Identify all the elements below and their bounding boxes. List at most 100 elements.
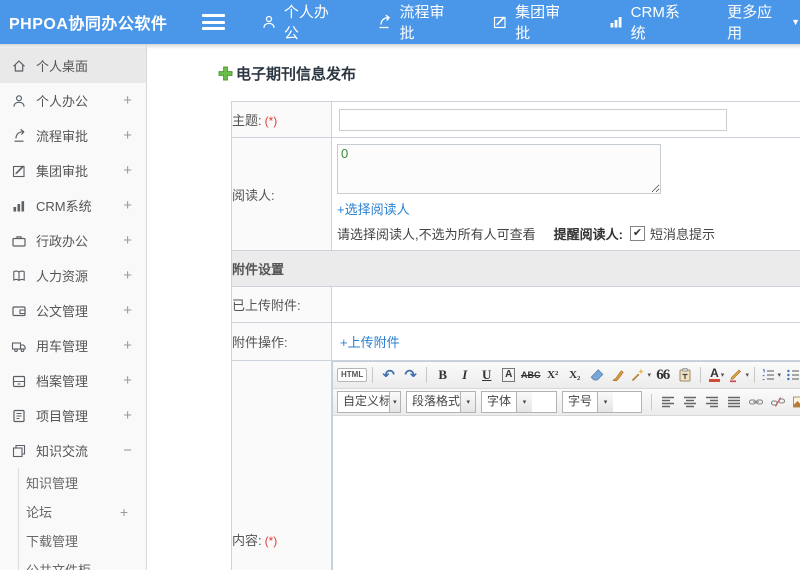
sidebar-item-personal-desktop[interactable]: 个人桌面: [0, 48, 146, 83]
blockquote-button[interactable]: 66: [652, 365, 673, 385]
hamburger-menu-icon[interactable]: [202, 14, 225, 30]
upload-attachment-link[interactable]: +上传附件: [340, 335, 400, 350]
undo-button[interactable]: ↶: [378, 365, 399, 385]
superscript-button[interactable]: X²: [542, 365, 563, 385]
expand-icon[interactable]: +: [120, 504, 128, 520]
sidebar-item-project-management[interactable]: 项目管理 +: [0, 398, 146, 433]
unordered-list-button[interactable]: [782, 365, 800, 385]
align-right-button[interactable]: [701, 392, 722, 412]
ordered-list-button[interactable]: ▾: [760, 365, 781, 385]
sidebar-item-human-resources[interactable]: 人力资源 +: [0, 258, 146, 293]
highlight-color-button[interactable]: ▾: [728, 365, 749, 385]
expand-icon[interactable]: +: [123, 232, 132, 249]
sidebar-item-archive-management[interactable]: 档案管理 +: [0, 363, 146, 398]
link-icon: [748, 399, 763, 405]
font-size-select[interactable]: 字号 ▾: [562, 391, 642, 413]
strikethrough-button[interactable]: ABC: [520, 365, 541, 385]
content-editor-cell: HTML ↶ ↷ B I U A ABC X² X₂ ▾ 66 A ▾ ▾ ▾ …: [331, 360, 800, 570]
expand-icon[interactable]: +: [123, 162, 132, 179]
nav-label: 更多应用: [727, 4, 773, 42]
font-color-a-icon: A: [709, 366, 720, 382]
sidebar-item-personal-office[interactable]: 个人办公 +: [0, 83, 146, 118]
insert-link-button[interactable]: [745, 392, 766, 412]
readers-label-cell: 阅读人:: [231, 137, 332, 251]
sidebar-subitem-forum[interactable]: 论坛 +: [19, 497, 146, 526]
font-family-select[interactable]: 字体 ▾: [481, 391, 557, 413]
nav-crm-system[interactable]: CRM系统: [608, 1, 689, 43]
caret-down-icon: ▼: [791, 17, 800, 27]
collapse-icon[interactable]: −: [123, 442, 132, 459]
expand-icon[interactable]: +: [123, 407, 132, 424]
align-justify-button[interactable]: [723, 392, 744, 412]
expand-icon[interactable]: +: [123, 92, 132, 109]
custom-title-select[interactable]: 自定义标题 ▾: [337, 391, 401, 413]
align-right-icon: [705, 396, 718, 408]
sms-checkbox[interactable]: ✔: [629, 226, 645, 241]
person-icon: [261, 14, 277, 30]
sidebar-item-admin-office[interactable]: 行政办公 +: [0, 223, 146, 258]
expand-icon[interactable]: +: [123, 302, 132, 319]
editor-content-area[interactable]: [333, 416, 800, 570]
sidebar-item-knowledge-exchange[interactable]: 知识交流 −: [0, 433, 146, 468]
sidebar-item-workflow-approval[interactable]: 流程审批 +: [0, 118, 146, 153]
subscript-button[interactable]: X₂: [564, 365, 585, 385]
toolbar-separator: [372, 367, 374, 383]
subject-input[interactable]: [339, 108, 727, 131]
underline-button[interactable]: U: [476, 365, 497, 385]
readers-row: 阅读人: 0 +选择阅读人 请选择阅读人,不选为所有人可查看 提醒阅读人: ✔ …: [231, 137, 800, 251]
html-source-button[interactable]: HTML: [337, 365, 368, 385]
caret-down-icon: ▾: [777, 372, 781, 379]
notebook-icon: [11, 408, 27, 424]
eraser-button[interactable]: [586, 365, 607, 385]
expand-icon[interactable]: +: [123, 337, 132, 354]
select-readers-link[interactable]: +选择阅读人: [337, 202, 410, 217]
align-center-button[interactable]: [679, 392, 700, 412]
sidebar-item-vehicle-management[interactable]: 用车管理 +: [0, 328, 146, 363]
bold-button[interactable]: B: [432, 365, 453, 385]
highlighter-icon: [730, 369, 742, 383]
readers-label: 阅读人:: [232, 187, 275, 203]
expand-icon[interactable]: +: [123, 127, 132, 144]
align-justify-icon: [727, 396, 740, 408]
sidebar: 个人桌面 个人办公 + 流程审批 + 集团审批 + CRM系统 + 行政办公 +: [0, 44, 147, 570]
top-navigation: 个人办公 流程审批 集团审批 CRM系统 更多应用 ▼: [261, 1, 800, 43]
sidebar-subitem-knowledge-management[interactable]: 知识管理: [19, 468, 146, 497]
sidebar-item-group-approval[interactable]: 集团审批 +: [0, 153, 146, 188]
readers-textarea[interactable]: 0: [337, 144, 661, 194]
subject-row: 主题: (*): [231, 101, 800, 138]
font-color-button[interactable]: A ▾: [706, 365, 727, 385]
paste-text-button[interactable]: [674, 365, 695, 385]
readers-hint-text: 请选择阅读人,不选为所有人可查看: [337, 227, 536, 242]
image-icon: [792, 396, 800, 408]
insert-image-button[interactable]: [789, 392, 800, 412]
sidebar-item-crm-system[interactable]: CRM系统 +: [0, 188, 146, 223]
required-mark: (*): [264, 114, 278, 128]
paragraph-format-select[interactable]: 段落格式 ▾: [406, 391, 476, 413]
caret-down-icon: ▾: [647, 372, 651, 379]
nav-personal-office[interactable]: 个人办公: [261, 1, 339, 43]
caret-down-icon: ▾: [460, 392, 475, 412]
expand-icon[interactable]: +: [123, 197, 132, 214]
sms-label: 短消息提示: [649, 227, 715, 242]
nav-more-apps[interactable]: 更多应用 ▼: [727, 1, 800, 43]
expand-icon[interactable]: +: [123, 372, 132, 389]
expand-icon[interactable]: +: [123, 267, 132, 284]
sidebar-subitem-public-file-cabinet[interactable]: 公共文件柜: [19, 555, 146, 570]
caret-down-icon: ▾: [388, 392, 400, 412]
nav-workflow-approval[interactable]: 流程审批: [376, 1, 454, 43]
sidebar-item-label: 集团审批: [36, 164, 89, 179]
auto-typeset-button[interactable]: ▾: [630, 365, 651, 385]
redo-button[interactable]: ↷: [400, 365, 421, 385]
format-painter-button[interactable]: [608, 365, 629, 385]
nav-group-approval[interactable]: 集团审批: [492, 1, 570, 43]
page-title: 电子期刊信息发布: [218, 63, 800, 84]
align-left-button[interactable]: [657, 392, 678, 412]
sidebar-subitem-download-management[interactable]: 下载管理: [19, 526, 146, 555]
italic-button[interactable]: I: [454, 365, 475, 385]
sidebar-item-label: CRM系统: [36, 199, 92, 214]
remove-link-button[interactable]: [767, 392, 788, 412]
green-plus-icon: [218, 66, 233, 81]
nav-label: 流程审批: [399, 4, 445, 42]
sidebar-item-document-management[interactable]: 公文管理 +: [0, 293, 146, 328]
publish-form: 主题: (*) 阅读人: 0 +选择阅读人 请选择阅读人,不选为所有人可查看 提醒…: [231, 101, 800, 570]
